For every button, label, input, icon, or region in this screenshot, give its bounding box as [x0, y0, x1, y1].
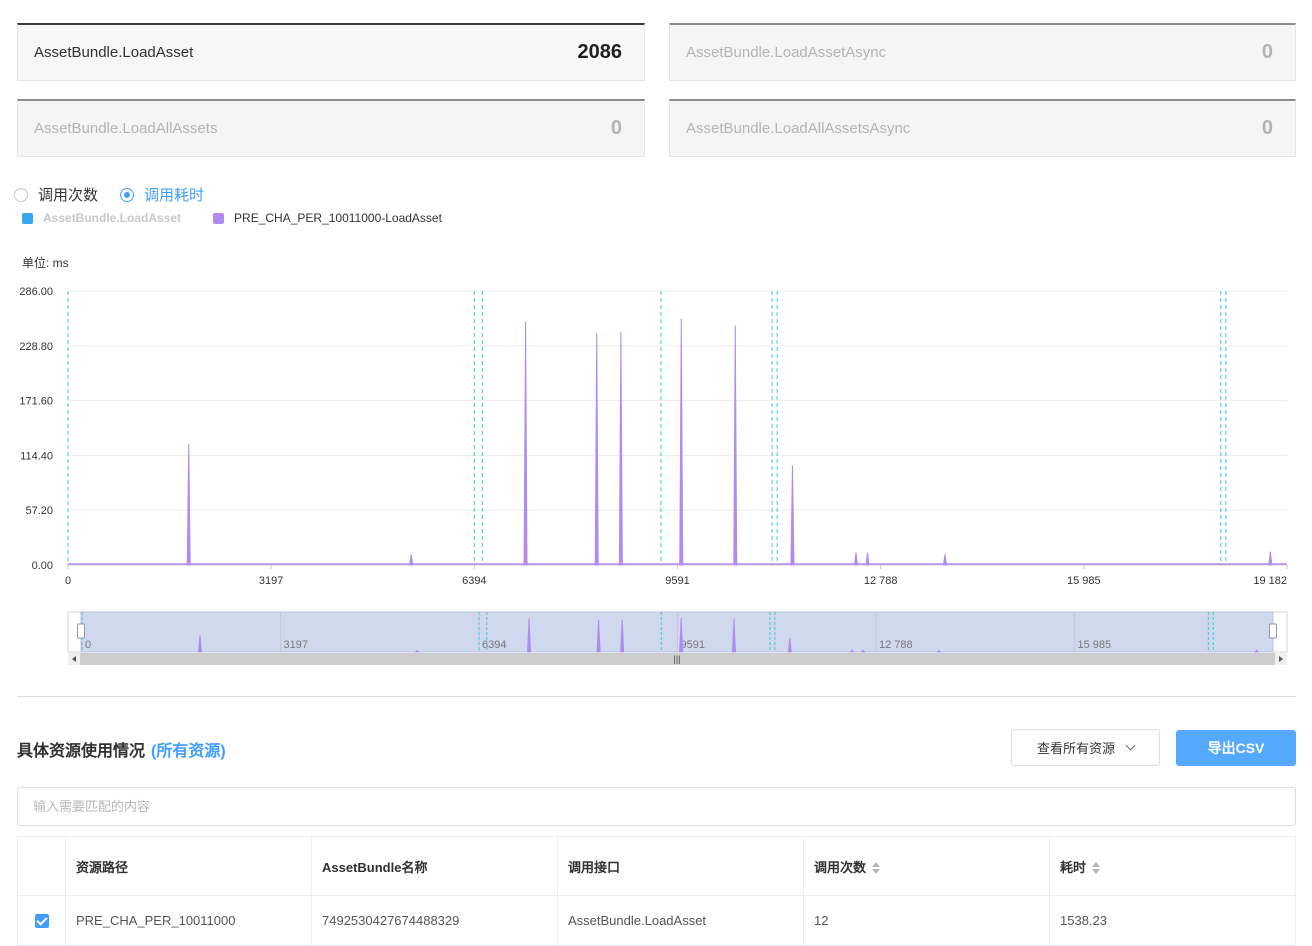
legend-item-pre-cha-per[interactable]: PRE_CHA_PER_10011000-LoadAsset [213, 211, 442, 225]
legend-swatch [213, 212, 225, 224]
data-spike [733, 325, 738, 566]
table-row[interactable]: PRE_CHA_PER_10011000 7492530427674488329… [17, 895, 1296, 946]
row-checkbox-cell[interactable] [17, 895, 66, 946]
legend-swatch [22, 212, 33, 224]
cell-resource-path: PRE_CHA_PER_10011000 [65, 895, 312, 946]
header-time[interactable]: 耗时 [1049, 836, 1296, 896]
card-loadasset[interactable]: AssetBundle.LoadAsset 2086 [17, 23, 645, 81]
radio-label: 调用次数 [38, 187, 99, 204]
card-count: 2086 [577, 41, 623, 63]
chart-legend: AssetBundle.LoadAsset PRE_CHA_PER_100110… [22, 211, 474, 225]
y-tick-label: 114.40 [20, 450, 53, 462]
zoom-handle[interactable] [77, 623, 85, 639]
sort-icon[interactable] [872, 862, 881, 875]
select-label: 查看所有资源 [1036, 741, 1115, 756]
header-bundle-name: AssetBundle名称 [311, 836, 558, 896]
x-tick-label: 15 985 [1067, 575, 1101, 587]
x-tick-label: 6394 [462, 575, 486, 587]
zoom-tick-label: 6394 [482, 639, 506, 651]
zoom-tick-label: 9591 [681, 639, 705, 651]
card-loadallassets[interactable]: AssetBundle.LoadAllAssets 0 [17, 99, 645, 157]
card-name: AssetBundle.LoadAllAssetsAsync [686, 120, 911, 137]
table-header-row: 资源路径 AssetBundle名称 调用接口 调用次数 耗时 [17, 836, 1296, 896]
view-resources-select[interactable]: 查看所有资源 [1011, 729, 1160, 766]
radio-call-time[interactable]: 调用耗时 [120, 184, 204, 205]
card-count: 0 [610, 117, 622, 139]
section-divider [17, 696, 1296, 697]
header-resource-path: 资源路径 [65, 836, 312, 896]
radio-label: 调用耗时 [144, 187, 205, 204]
resource-table: 资源路径 AssetBundle名称 调用接口 调用次数 耗时 PRE_CHA_… [17, 836, 1296, 946]
x-tick-label: 3197 [259, 575, 283, 587]
zoom-tick-label: 0 [85, 639, 91, 651]
chevron-down-icon [1125, 740, 1136, 751]
cell-interface: AssetBundle.LoadAsset [557, 895, 804, 946]
x-tick-label: 19 182 [1253, 575, 1287, 587]
header-call-count[interactable]: 调用次数 [803, 836, 1050, 896]
section-title: 具体资源使用情况 (所有资源) [17, 737, 226, 761]
search-input[interactable] [17, 787, 1296, 826]
data-spike [409, 554, 414, 566]
cell-call-count: 12 [803, 895, 1050, 946]
x-tick-label: 9591 [665, 575, 689, 587]
data-spike [523, 321, 528, 566]
card-name: AssetBundle.LoadAsset [34, 44, 194, 61]
y-tick-label: 0.00 [32, 560, 53, 572]
cell-bundle-name: 7492530427674488329 [311, 895, 558, 946]
data-spike [853, 552, 859, 566]
card-name: AssetBundle.LoadAllAssets [34, 120, 218, 137]
radio-call-count[interactable]: 调用次数 [14, 184, 98, 205]
scroll-grip-icon: ||| [673, 654, 680, 664]
zoom-tick-label: 3197 [284, 639, 308, 651]
y-tick-label: 228.80 [19, 341, 53, 353]
radio-dot [120, 187, 135, 202]
y-tick-label: 286.00 [19, 286, 53, 298]
radio-dot [14, 187, 28, 202]
time-chart[interactable]: 0.00 57.20 114.40 171.60 228.80 286.00 0 3197 63… [0, 280, 1312, 672]
data-spike [186, 444, 191, 566]
header-select-cell [17, 836, 66, 896]
data-spike [942, 554, 948, 566]
card-loadassetasync[interactable]: AssetBundle.LoadAssetAsync 0 [669, 23, 1296, 81]
data-spike [618, 332, 623, 566]
card-count: 0 [1261, 117, 1273, 139]
x-tick-label: 0 [65, 575, 71, 587]
zoom-handle[interactable] [1269, 623, 1277, 639]
unit-label: 单位: ms [22, 256, 69, 270]
export-csv-button[interactable]: 导出CSV [1176, 730, 1296, 766]
legend-label: PRE_CHA_PER_10011000-LoadAsset [234, 211, 442, 225]
data-spike [865, 552, 870, 566]
section-title-text: 具体资源使用情况 [17, 743, 146, 760]
zoom-tick-label: 12 788 [879, 639, 913, 651]
card-count: 0 [1261, 41, 1273, 63]
sort-icon[interactable] [1092, 862, 1101, 875]
card-loadallassetsasync[interactable]: AssetBundle.LoadAllAssetsAsync 0 [669, 99, 1296, 157]
data-spike [679, 318, 684, 566]
cell-time: 1538.23 [1049, 895, 1296, 946]
y-tick-label: 171.60 [19, 396, 53, 408]
x-tick-label: 12 788 [864, 575, 898, 587]
data-spike [594, 333, 599, 566]
data-spike [1268, 551, 1273, 566]
metric-radio-group: 调用次数 调用耗时 [14, 184, 226, 205]
legend-label: AssetBundle.LoadAsset [43, 211, 182, 225]
all-resources-link[interactable]: (所有资源) [151, 743, 226, 760]
y-tick-label: 57.20 [25, 505, 53, 517]
zoom-tick-label: 15 985 [1078, 639, 1112, 651]
card-name: AssetBundle.LoadAssetAsync [686, 44, 887, 61]
legend-item-loadasset[interactable]: AssetBundle.LoadAsset [22, 211, 181, 225]
header-interface: 调用接口 [557, 836, 804, 896]
checkbox-checked-icon[interactable] [34, 914, 49, 929]
data-spike [790, 465, 795, 566]
